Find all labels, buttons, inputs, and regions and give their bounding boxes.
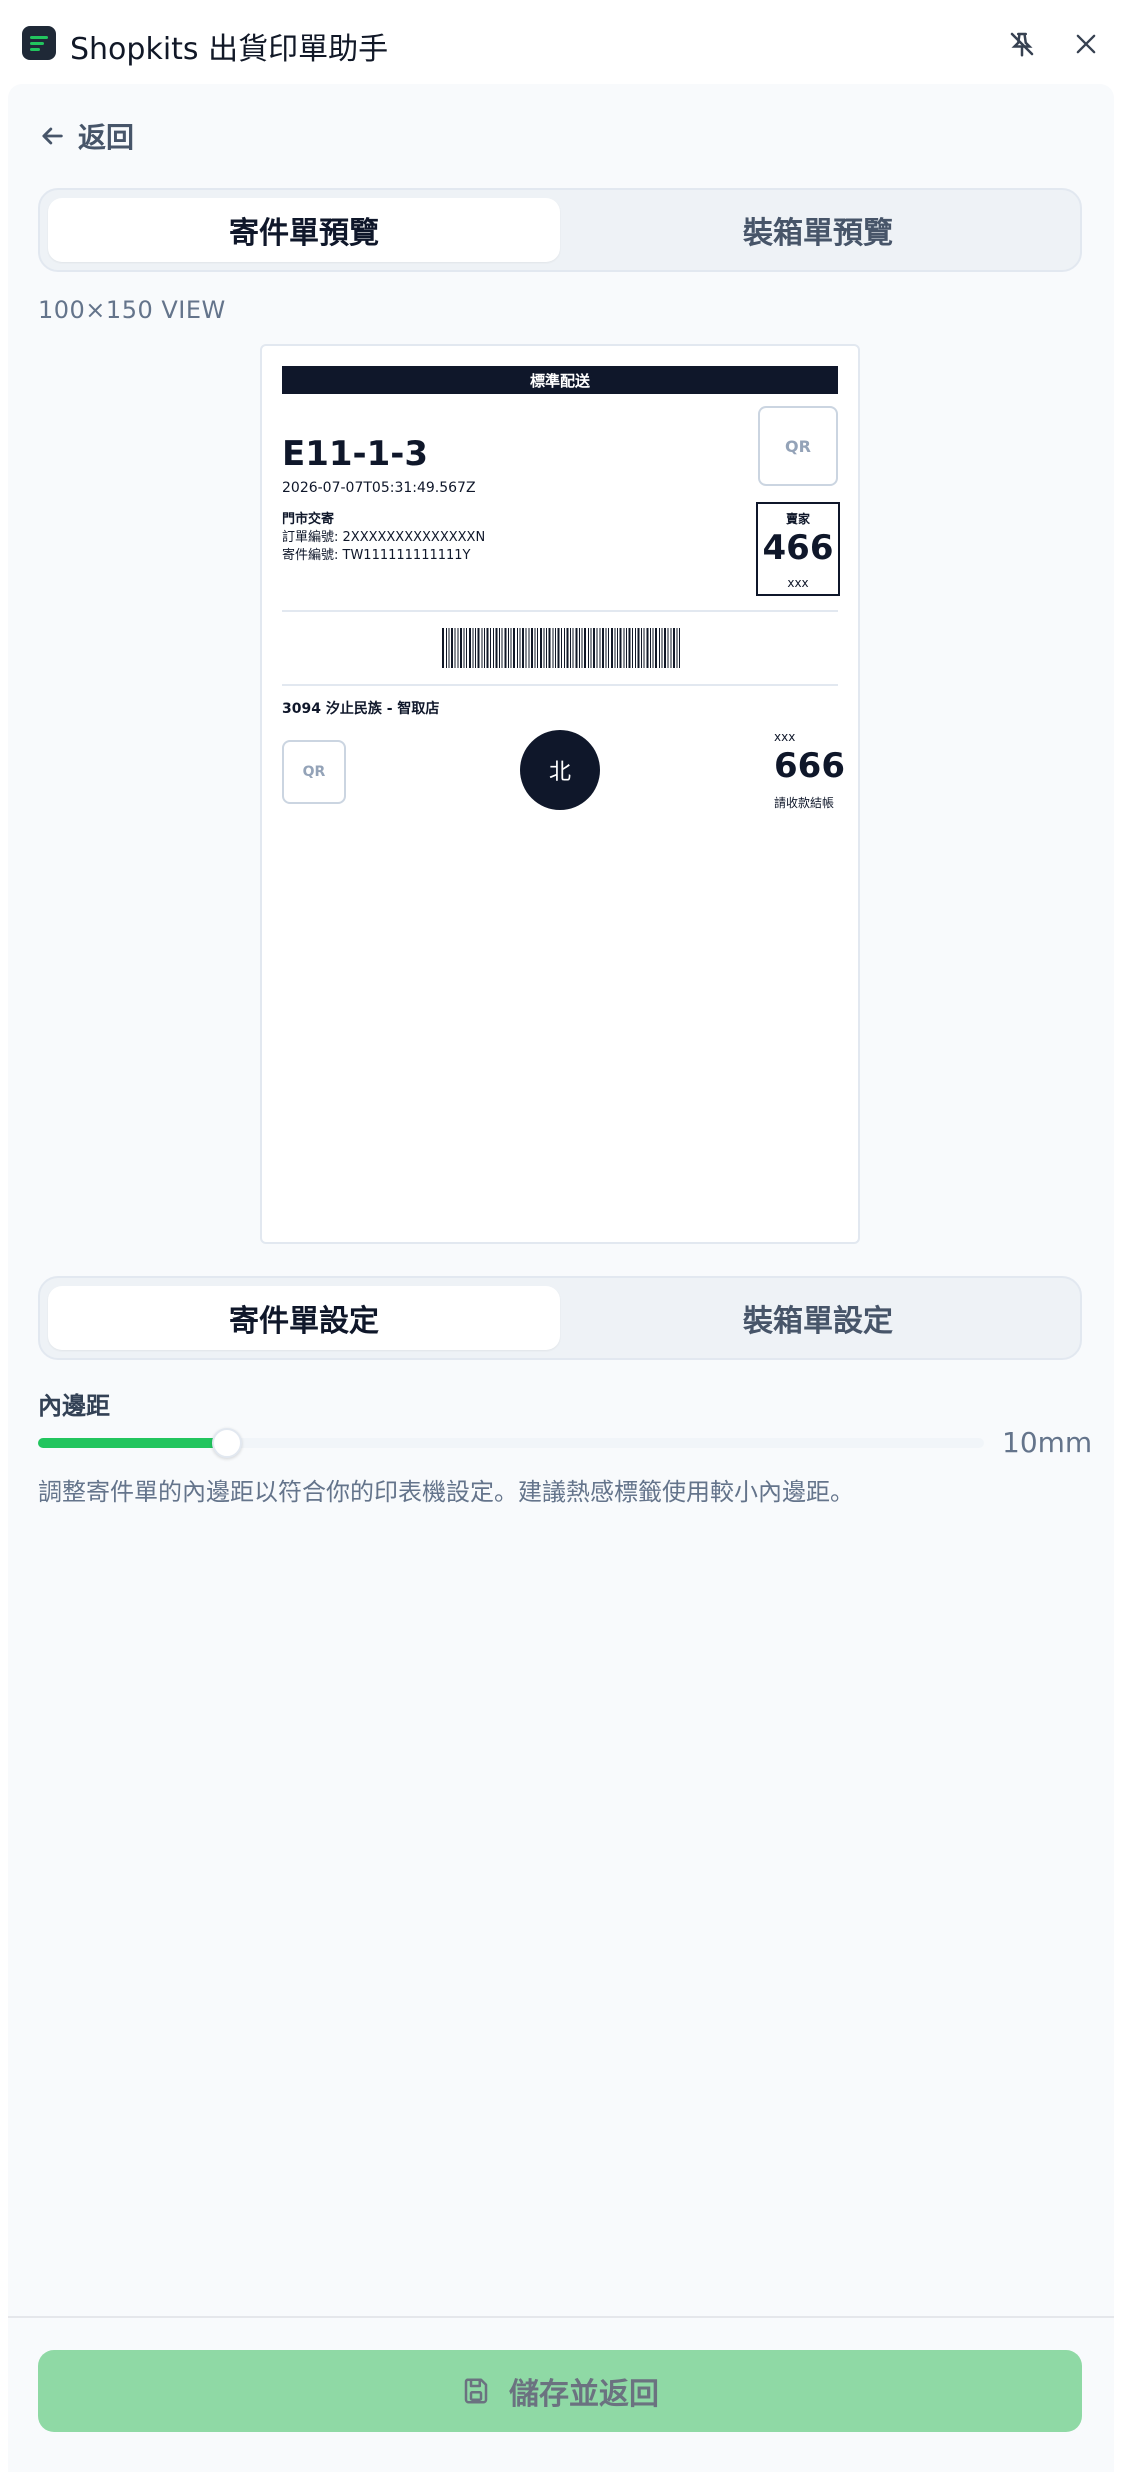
back-button[interactable]: 返回 bbox=[38, 116, 134, 156]
slider-fill bbox=[38, 1438, 228, 1448]
ship-method: 門市交寄 bbox=[282, 512, 335, 527]
region-badge: 北 bbox=[520, 730, 600, 810]
seller-title: 賣家 bbox=[785, 512, 810, 526]
seller-sub: xxx bbox=[787, 576, 809, 590]
app-icon bbox=[22, 26, 56, 60]
divider bbox=[282, 610, 838, 612]
amount-number: 666 bbox=[774, 746, 845, 786]
padding-title: 內邊距 bbox=[38, 1392, 110, 1420]
tab-packing-slip-settings[interactable]: 裝箱單設定 bbox=[562, 1286, 1074, 1350]
unpin-icon bbox=[1010, 32, 1034, 57]
label-header: 標準配送 bbox=[282, 366, 838, 394]
label-code: E11-1-3 bbox=[282, 434, 429, 474]
back-label: 返回 bbox=[78, 121, 135, 154]
tab-shipping-label-preview[interactable]: 寄件單預覽 bbox=[48, 198, 560, 262]
footer-divider bbox=[8, 2316, 1114, 2318]
label-timestamp: 2026-07-07T05:31:49.567Z bbox=[282, 480, 476, 496]
barcode bbox=[442, 628, 680, 668]
divider bbox=[282, 684, 838, 686]
save-and-return-button[interactable]: 儲存並返回 bbox=[38, 2350, 1082, 2432]
order-number: 訂單編號: 2XXXXXXXXXXXXXXN bbox=[282, 530, 486, 545]
seller-box: 賣家 466 xxx bbox=[756, 502, 840, 596]
close-icon bbox=[1076, 34, 1096, 54]
close-button[interactable] bbox=[1064, 22, 1108, 66]
view-size-label: 100×150 VIEW bbox=[38, 296, 226, 324]
app-title: Shopkits 出貨印單助手 bbox=[70, 32, 389, 67]
unpin-button[interactable] bbox=[1000, 22, 1044, 66]
save-icon bbox=[464, 2378, 488, 2404]
padding-description: 調整寄件單的內邊距以符合你的印表機設定。建議熱感標籤使用較小內邊距。 bbox=[38, 1478, 854, 1506]
save-label: 儲存並返回 bbox=[509, 2377, 659, 2412]
preview-tabs: 寄件單預覽 裝箱單預覽 bbox=[38, 188, 1082, 272]
seller-number: 466 bbox=[762, 528, 834, 568]
tab-shipping-label-settings[interactable]: 寄件單設定 bbox=[48, 1286, 560, 1350]
title-bar: Shopkits 出貨印單助手 bbox=[0, 0, 1132, 86]
store-name: 3094 汐止民族 - 智取店 bbox=[282, 701, 440, 717]
small-code: xxx bbox=[774, 730, 796, 744]
shipment-number: 寄件編號: TW111111111111Y bbox=[282, 548, 471, 563]
arrow-left-icon bbox=[42, 127, 63, 145]
slider-thumb[interactable] bbox=[212, 1428, 243, 1458]
padding-value: 10mm bbox=[1002, 1426, 1093, 1459]
qr-code-top: QR bbox=[758, 406, 838, 486]
padding-slider[interactable] bbox=[38, 1428, 984, 1458]
settings-tabs: 寄件單設定 裝箱單設定 bbox=[38, 1276, 1082, 1360]
collect-note: 請收款結帳 bbox=[774, 796, 835, 810]
shipping-label-preview: 標準配送 E11-1-3 QR 2026-07-07T05:31:49.567Z… bbox=[260, 344, 860, 1244]
tab-packing-slip-preview[interactable]: 裝箱單預覽 bbox=[562, 198, 1074, 262]
qr-code-bottom: QR bbox=[282, 740, 346, 804]
